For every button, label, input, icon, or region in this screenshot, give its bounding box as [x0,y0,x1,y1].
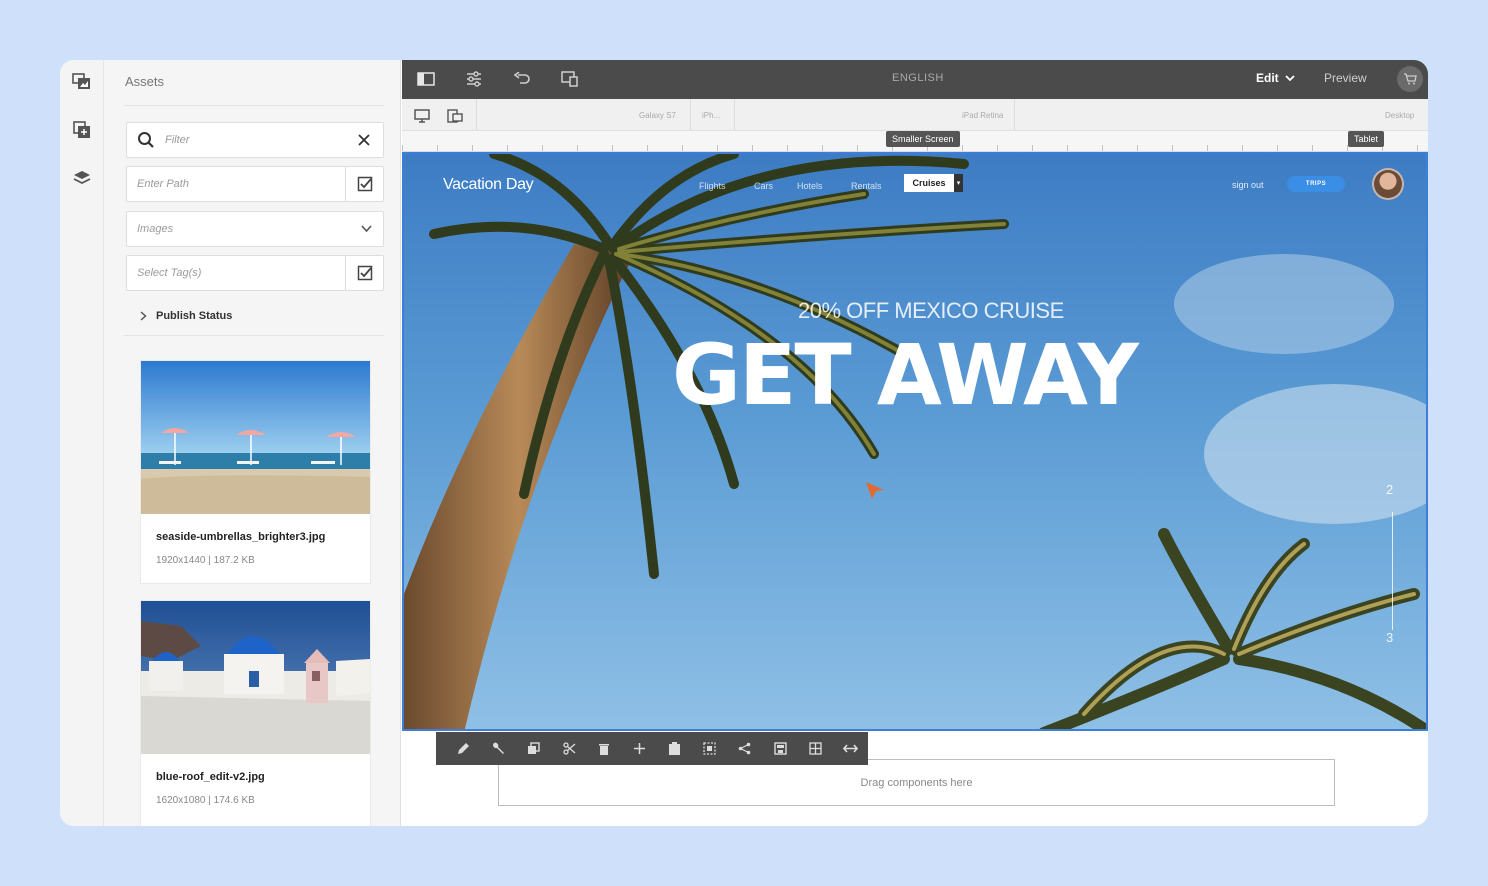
plus-icon[interactable] [622,732,657,765]
assets-title: Assets [125,74,165,89]
chevron-right-icon [140,311,147,321]
cart-icon [1403,73,1417,85]
asset-meta: 1920x1440 | 187.2 KB [156,555,255,566]
type-select[interactable]: Images [126,211,384,247]
tooltip-smaller-screen: Smaller Screen [886,131,960,147]
asset-name: blue-roof_edit-v2.jpg [156,771,265,783]
desktop-icon[interactable] [413,107,431,125]
divider [124,105,384,106]
app-window: Assets Filter Enter Path Images Select T… [60,60,1428,826]
tags-placeholder: Select Tag(s) [137,267,202,279]
site-logo[interactable]: Vacation Day [443,176,534,194]
select-parent-icon[interactable] [692,732,727,765]
chevron-down-icon [1285,74,1295,82]
checkbox-icon [357,176,373,192]
site-user-avatar[interactable] [1372,168,1404,200]
type-select-value: Images [137,223,174,235]
path-field[interactable]: Enter Path [126,166,384,202]
asset-thumbnail-beach [141,361,370,514]
rotate-device-icon[interactable] [446,107,464,125]
asset-thumbnail-blue-roof [141,601,370,754]
divider [476,99,477,131]
slide-progress-line [1392,512,1393,630]
toggle-sidepanel-icon[interactable] [415,68,437,90]
assets-panel: Assets Filter Enter Path Images Select T… [104,60,401,826]
device-bar: Galaxy S7 iPh... iPad Retina Desktop [402,99,1428,131]
properties-icon[interactable] [463,68,485,90]
promo-text: 20% OFF MEXICO CRUISE [798,298,1064,323]
user-avatar[interactable] [1397,66,1423,92]
editor-topbar: ENGLISH Edit Preview [402,60,1428,99]
emulator-icon[interactable] [559,68,581,90]
side-rail [60,60,104,826]
pencil-icon[interactable] [446,732,481,765]
asset-name: seaside-umbrellas_brighter3.jpg [156,531,326,543]
asset-card[interactable]: seaside-umbrellas_brighter3.jpg 1920x144… [141,361,370,583]
clear-icon[interactable] [357,133,371,147]
save-icon[interactable] [763,732,798,765]
copy-icon[interactable] [516,732,551,765]
divider [734,99,735,131]
divider [1014,99,1015,131]
device-label[interactable]: Desktop [1385,111,1414,120]
layout-icon[interactable] [798,732,833,765]
device-label[interactable]: iPh... [702,111,720,120]
language-label: ENGLISH [892,72,944,84]
tags-picker-button[interactable] [345,256,383,290]
paste-icon[interactable] [657,732,692,765]
path-placeholder: Enter Path [137,178,189,190]
slide-number[interactable]: 2 [1386,482,1393,497]
nav-cruises-menu[interactable]: ▾ [954,174,963,192]
page-editor: ENGLISH Edit Preview Galaxy S7 iPh... iP… [402,60,1428,826]
component-toolbar [436,732,868,765]
device-label[interactable]: Galaxy S7 [639,111,676,120]
checkbox-icon [357,265,373,281]
nav-flights[interactable]: Flights [699,181,726,191]
undo-icon[interactable] [511,68,533,90]
trips-button[interactable]: TRIPS [1287,176,1345,192]
hero-headline: GET AWAY [672,326,1139,424]
divider [124,335,384,336]
search-icon [137,131,155,149]
asset-meta: 1620x1080 | 174.6 KB [156,795,255,806]
nav-rentals[interactable]: Rentals [851,181,882,191]
drop-zone[interactable]: Drag components here [498,759,1335,806]
hero-component[interactable]: Vacation Day Flights Cars Hotels Rentals… [402,152,1428,731]
layers-icon[interactable] [70,166,94,190]
palm-tree-image [404,154,1426,729]
asset-card[interactable]: blue-roof_edit-v2.jpg 1620x1080 | 174.6 … [141,601,370,826]
nav-hotels[interactable]: Hotels [797,181,823,191]
mode-dropdown[interactable]: Edit [1256,71,1295,85]
nav-cruises[interactable]: Cruises [904,174,954,192]
slide-number[interactable]: 3 [1386,630,1393,645]
cut-icon[interactable] [552,732,587,765]
trash-icon[interactable] [587,732,622,765]
nav-cars[interactable]: Cars [754,181,773,191]
chevron-down-icon [361,225,372,233]
preview-button[interactable]: Preview [1324,71,1367,85]
assets-icon[interactable] [70,70,94,94]
device-label[interactable]: iPad Retina [962,111,1003,120]
group-icon[interactable] [727,732,762,765]
resize-icon[interactable] [833,732,868,765]
publish-status-toggle[interactable]: Publish Status [140,310,232,322]
wrench-icon[interactable] [481,732,516,765]
publish-status-label: Publish Status [156,310,233,322]
sign-out-link[interactable]: sign out [1232,180,1264,190]
divider [690,99,691,131]
filter-field[interactable]: Filter [126,122,384,158]
tags-field[interactable]: Select Tag(s) [126,255,384,291]
path-picker-button[interactable] [345,167,383,201]
filter-placeholder: Filter [165,134,190,146]
components-icon[interactable] [70,118,94,142]
tooltip-tablet: Tablet [1348,131,1385,147]
mode-label: Edit [1256,71,1279,85]
